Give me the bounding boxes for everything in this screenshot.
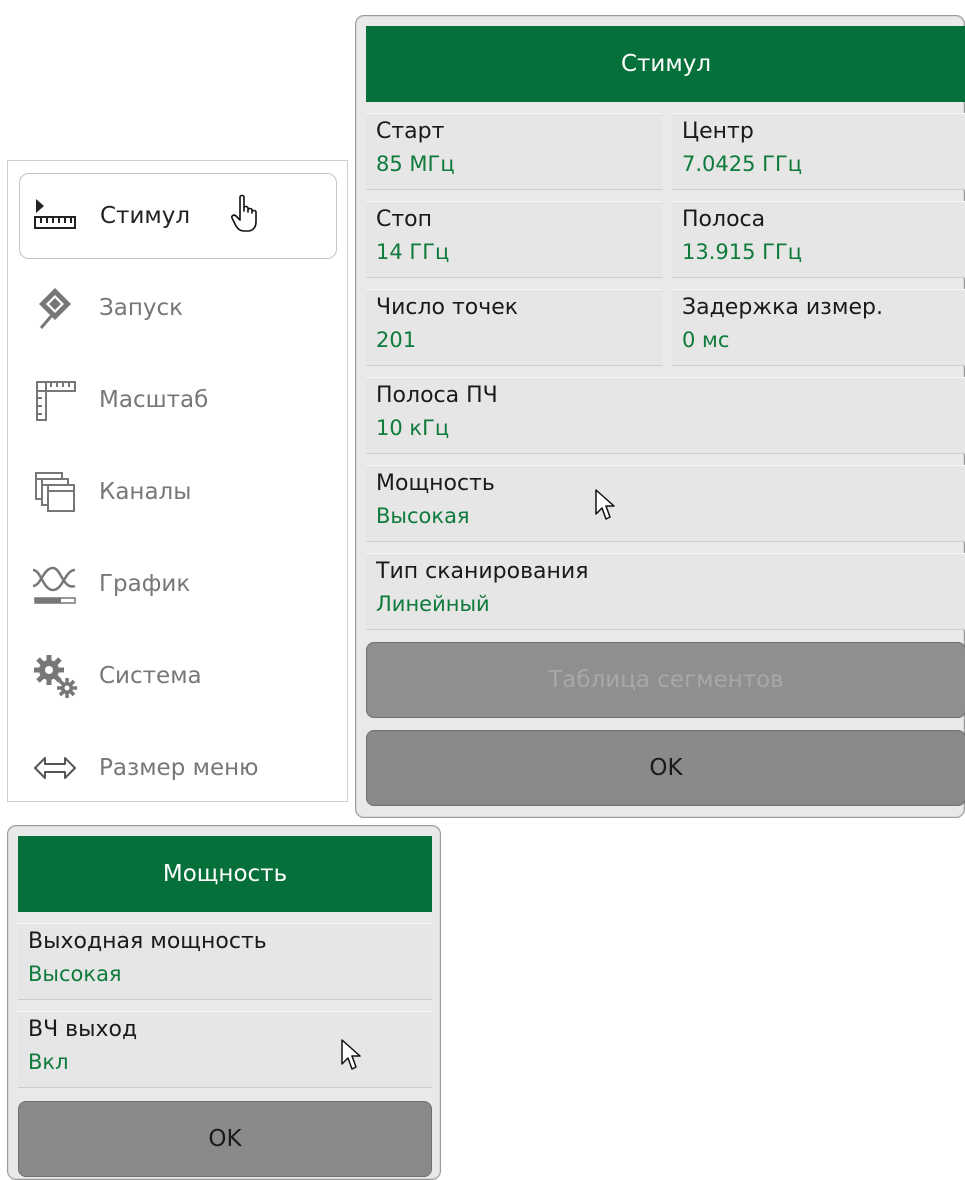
span-field[interactable]: Полоса 13.915 ГГц <box>672 201 965 278</box>
field-label: Мощность <box>376 471 495 496</box>
ok-button[interactable]: OK <box>366 730 965 806</box>
gears-icon <box>34 655 77 698</box>
menu-item-label: Размер меню <box>99 755 259 781</box>
field-value: 10 кГц <box>376 416 450 440</box>
arrow-cursor-icon <box>341 1039 361 1070</box>
trigger-icon <box>39 288 71 329</box>
stimulus-panel: Стимул Старт 85 МГц Центр 7.0425 ГГц Сто… <box>355 15 965 818</box>
field-label: Стоп <box>376 207 433 232</box>
trace-icon <box>32 566 76 604</box>
menu-item-menu-size[interactable]: Размер меню <box>19 725 337 811</box>
channels-icon <box>35 472 75 512</box>
field-label: Задержка измер. <box>682 295 883 320</box>
sweep-type-field[interactable]: Тип сканирования Линейный <box>366 553 965 630</box>
field-value: 85 МГц <box>376 152 455 176</box>
field-label: Полоса ПЧ <box>376 383 498 408</box>
field-label: ВЧ выход <box>28 1017 138 1042</box>
field-value: Высокая <box>28 962 122 986</box>
power-panel: Мощность Выходная мощность Высокая ВЧ вы… <box>7 825 441 1180</box>
field-value: Линейный <box>376 592 490 616</box>
menu-item-stimulus[interactable]: Стимул <box>19 173 337 259</box>
menu-item-scale[interactable]: Масштаб <box>19 357 337 443</box>
delay-field[interactable]: Задержка измер. 0 мс <box>672 289 965 366</box>
left-menu: Стимул Запуск Масштаб Каналы График Сист… <box>7 160 348 802</box>
panel-title: Стимул <box>366 26 965 102</box>
segment-table-button[interactable]: Таблица сегментов <box>366 642 965 718</box>
field-value: 201 <box>376 328 417 352</box>
menu-item-trace[interactable]: График <box>19 541 337 627</box>
start-field[interactable]: Старт 85 МГц <box>366 113 662 190</box>
field-value: Вкл <box>28 1050 69 1074</box>
field-value: 13.915 ГГц <box>682 240 803 264</box>
panel-title: Мощность <box>18 836 432 912</box>
rf-out-field[interactable]: ВЧ выход Вкл <box>18 1011 432 1088</box>
points-field[interactable]: Число точек 201 <box>366 289 662 366</box>
field-label: Число точек <box>376 295 519 320</box>
stop-field[interactable]: Стоп 14 ГГц <box>366 201 662 278</box>
field-value: 14 ГГц <box>376 240 450 264</box>
field-label: Тип сканирования <box>376 559 589 584</box>
menu-item-label: Система <box>99 663 202 689</box>
field-value: 0 мс <box>682 328 730 352</box>
ruler-play-icon <box>34 199 76 229</box>
arrow-cursor-icon <box>595 489 615 520</box>
menu-item-label: Запуск <box>99 295 184 321</box>
resize-arrows-icon <box>34 757 76 779</box>
menu-item-label: Каналы <box>99 479 192 505</box>
field-value: 7.0425 ГГц <box>682 152 803 176</box>
field-label: Старт <box>376 119 445 144</box>
menu-item-label: Стимул <box>100 203 191 229</box>
field-value: Высокая <box>376 504 470 528</box>
field-label: Полоса <box>682 207 766 232</box>
ok-button[interactable]: OK <box>18 1101 432 1177</box>
output-power-field[interactable]: Выходная мощность Высокая <box>18 923 432 1000</box>
menu-item-label: График <box>99 571 191 597</box>
menu-item-channels[interactable]: Каналы <box>19 449 337 535</box>
power-field[interactable]: Мощность Высокая <box>366 465 965 542</box>
menu-item-label: Масштаб <box>99 387 209 413</box>
center-field[interactable]: Центр 7.0425 ГГц <box>672 113 965 190</box>
scale-ruler-icon <box>36 381 76 421</box>
hand-pointer-cursor-icon <box>231 194 257 232</box>
field-label: Выходная мощность <box>28 929 267 954</box>
field-label: Центр <box>682 119 754 144</box>
menu-item-trigger[interactable]: Запуск <box>19 265 337 351</box>
ifbw-field[interactable]: Полоса ПЧ 10 кГц <box>366 377 965 454</box>
menu-item-system[interactable]: Система <box>19 633 337 719</box>
